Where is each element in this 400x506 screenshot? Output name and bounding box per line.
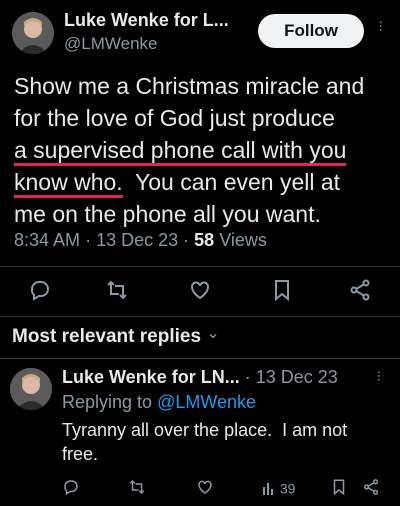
reply-text-line: Tyranny all over the place. I am not: [62, 420, 348, 440]
follow-button[interactable]: Follow: [258, 14, 364, 48]
tweet-time[interactable]: 8:34 AM: [14, 230, 80, 250]
reply-avatar[interactable]: [10, 368, 52, 410]
bookmark-icon[interactable]: [270, 278, 294, 302]
share-icon[interactable]: [362, 478, 380, 496]
replying-to-label: Replying to: [62, 392, 153, 412]
more-options-icon[interactable]: ···: [374, 20, 390, 31]
tweet-text-line: for the love of God just produce: [14, 105, 335, 131]
chevron-down-icon: ⌄: [206, 325, 220, 342]
reply-date[interactable]: · 13 Dec 23: [245, 367, 338, 387]
replying-to: Replying to @LMWenke: [62, 392, 256, 413]
reply-text-line: free.: [62, 444, 99, 464]
bookmark-icon[interactable]: [330, 478, 348, 496]
separator: ·: [183, 230, 190, 250]
tweet-meta: 8:34 AM · 13 Dec 23 · 58 Views: [14, 230, 267, 251]
divider: [0, 358, 400, 359]
author-avatar[interactable]: [12, 12, 54, 54]
underlined-text: a supervised phone call with you: [14, 137, 347, 166]
like-icon[interactable]: [196, 478, 214, 496]
tweet-text: Show me a Christmas miracle and for the …: [14, 70, 394, 230]
tweet-text-fragment: You can even yell at: [122, 169, 341, 195]
replying-to-handle[interactable]: @LMWenke: [157, 392, 256, 412]
reply-author-name[interactable]: Luke Wenke for LN...: [62, 367, 240, 387]
tweet-text-line: know who. You can even yell at: [14, 166, 394, 198]
divider: [0, 316, 400, 317]
author-name[interactable]: Luke Wenke for L...: [64, 10, 229, 31]
views-label: Views: [219, 230, 267, 250]
author-handle[interactable]: @LMWenke: [64, 34, 157, 54]
more-options-icon[interactable]: ···: [372, 370, 388, 381]
share-icon[interactable]: [348, 278, 372, 302]
tweet-text-line: a supervised phone call with you: [14, 134, 394, 166]
retweet-icon[interactable]: [105, 278, 129, 302]
separator: ·: [85, 230, 92, 250]
views-icon: [262, 481, 276, 496]
divider: [0, 266, 400, 267]
tweet-text-line: me on the phone all you want.: [14, 201, 321, 227]
retweet-icon[interactable]: [128, 478, 146, 496]
reply-icon[interactable]: [62, 478, 80, 496]
tweet-text-line: Show me a Christmas miracle and: [14, 73, 365, 99]
reply-icon[interactable]: [28, 278, 52, 302]
replies-filter[interactable]: Most relevant replies ⌄: [12, 325, 220, 348]
views-count[interactable]: 58: [194, 230, 214, 250]
underlined-text: know who.: [14, 169, 123, 198]
reply-text: Tyranny all over the place. I am not fre…: [62, 418, 347, 466]
reply-header: Luke Wenke for LN... · 13 Dec 23: [62, 367, 338, 388]
replies-heading: Most relevant replies: [12, 326, 202, 347]
like-icon[interactable]: [188, 278, 212, 302]
tweet-date[interactable]: 13 Dec 23: [96, 230, 178, 250]
views-stat[interactable]: 39: [262, 479, 295, 496]
reply-views-count: 39: [279, 480, 296, 497]
